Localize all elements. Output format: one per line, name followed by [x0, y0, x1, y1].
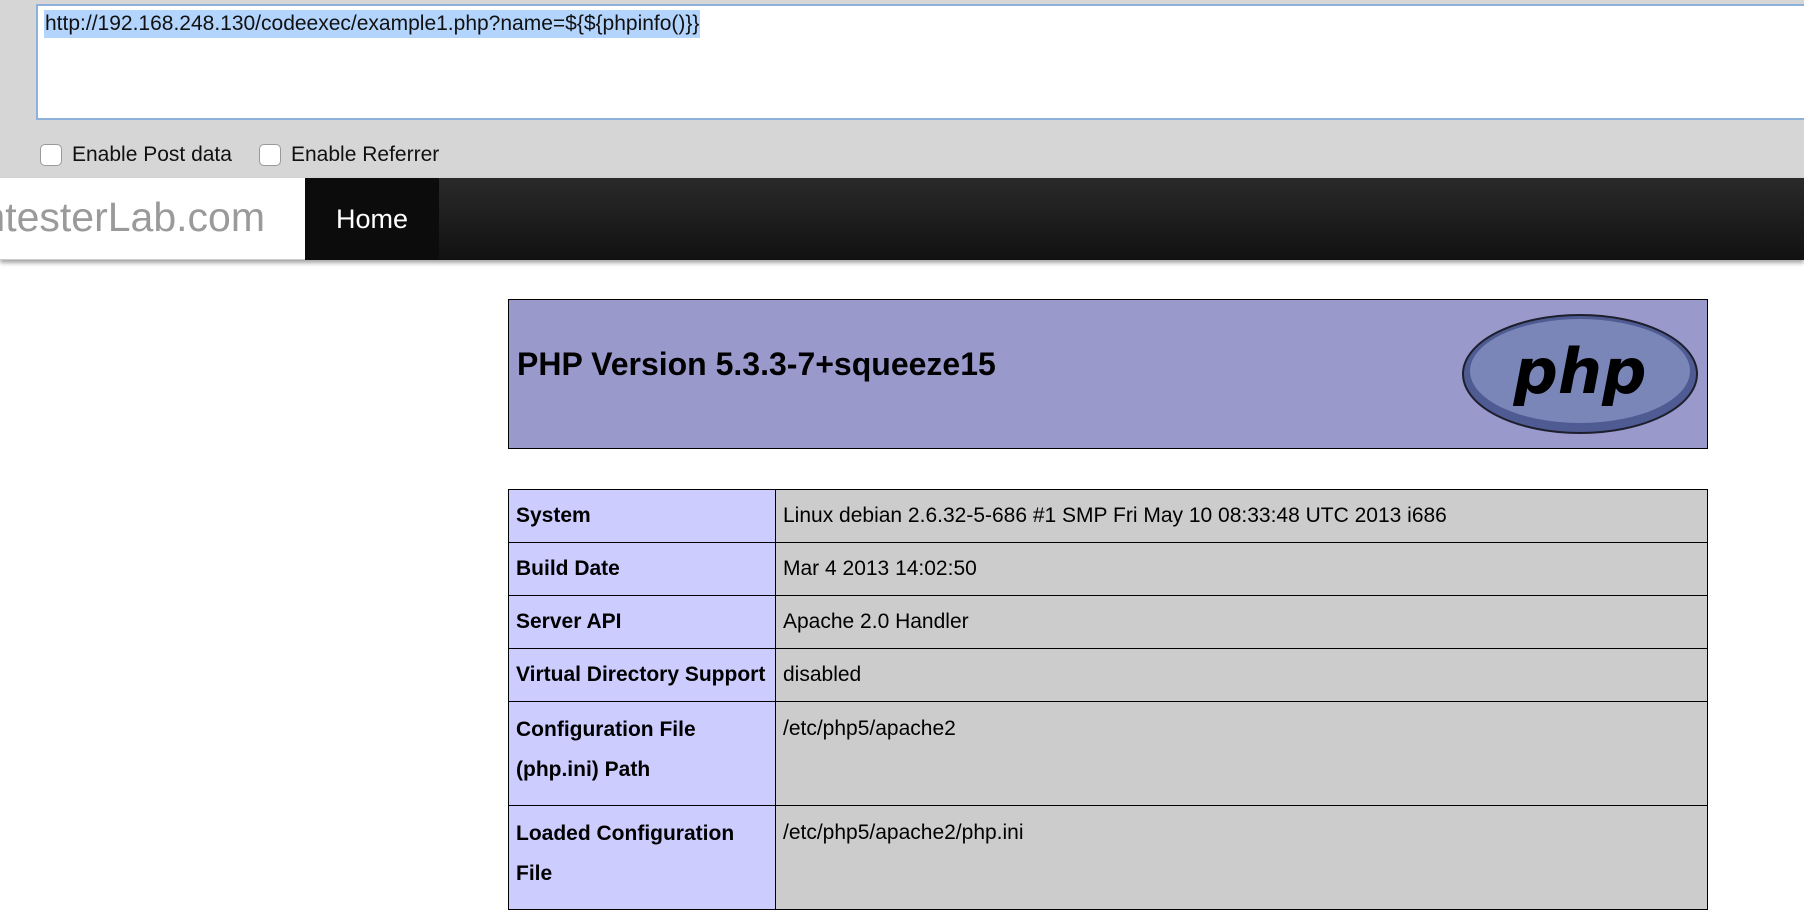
table-row: Build Date Mar 4 2013 14:02:50	[508, 542, 1708, 596]
row-key: Server API	[508, 595, 776, 649]
table-row: System Linux debian 2.6.32-5-686 #1 SMP …	[508, 489, 1708, 543]
row-key: Configuration File (php.ini) Path	[508, 701, 776, 806]
php-version-title: PHP Version 5.3.3-7+squeeze15	[517, 346, 996, 382]
row-value: Linux debian 2.6.32-5-686 #1 SMP Fri May…	[775, 489, 1708, 543]
brand-logo[interactable]: PentesterLab.com	[0, 178, 305, 260]
row-key: Virtual Directory Support	[508, 648, 776, 702]
phpinfo-table: System Linux debian 2.6.32-5-686 #1 SMP …	[508, 489, 1708, 910]
enable-post-data-label: Enable Post data	[72, 143, 232, 166]
phpinfo-header: PHP Version 5.3.3-7+squeeze15 php	[508, 299, 1708, 449]
brand-text[interactable]: PentesterLab.com	[0, 194, 265, 241]
php-logo: php	[1462, 314, 1698, 434]
enable-referrer-option[interactable]: Enable Referrer	[259, 142, 439, 168]
row-key: Build Date	[508, 542, 776, 596]
enable-referrer-label: Enable Referrer	[291, 143, 440, 166]
row-value: Apache 2.0 Handler	[775, 595, 1708, 649]
enable-referrer-checkbox[interactable]	[259, 144, 281, 166]
enable-post-data-checkbox[interactable]	[40, 144, 62, 166]
url-text[interactable]: http://192.168.248.130/codeexec/example1…	[44, 10, 701, 38]
enable-post-data-option[interactable]: Enable Post data	[40, 142, 232, 168]
row-value: disabled	[775, 648, 1708, 702]
row-key: System	[508, 489, 776, 543]
nav-home-link[interactable]: Home	[305, 178, 439, 260]
table-row: Server API Apache 2.0 Handler	[508, 595, 1708, 649]
row-value: /etc/php5/apache2	[775, 701, 1708, 806]
table-row: Virtual Directory Support disabled	[508, 648, 1708, 702]
hackbar-panel: http://192.168.248.130/codeexec/example1…	[0, 0, 1804, 178]
php-logo-text: php	[1513, 335, 1647, 408]
table-row: Configuration File (php.ini) Path /etc/p…	[508, 701, 1708, 806]
row-value: Mar 4 2013 14:02:50	[775, 542, 1708, 596]
site-navbar: PentesterLab.com Home	[0, 178, 1804, 260]
